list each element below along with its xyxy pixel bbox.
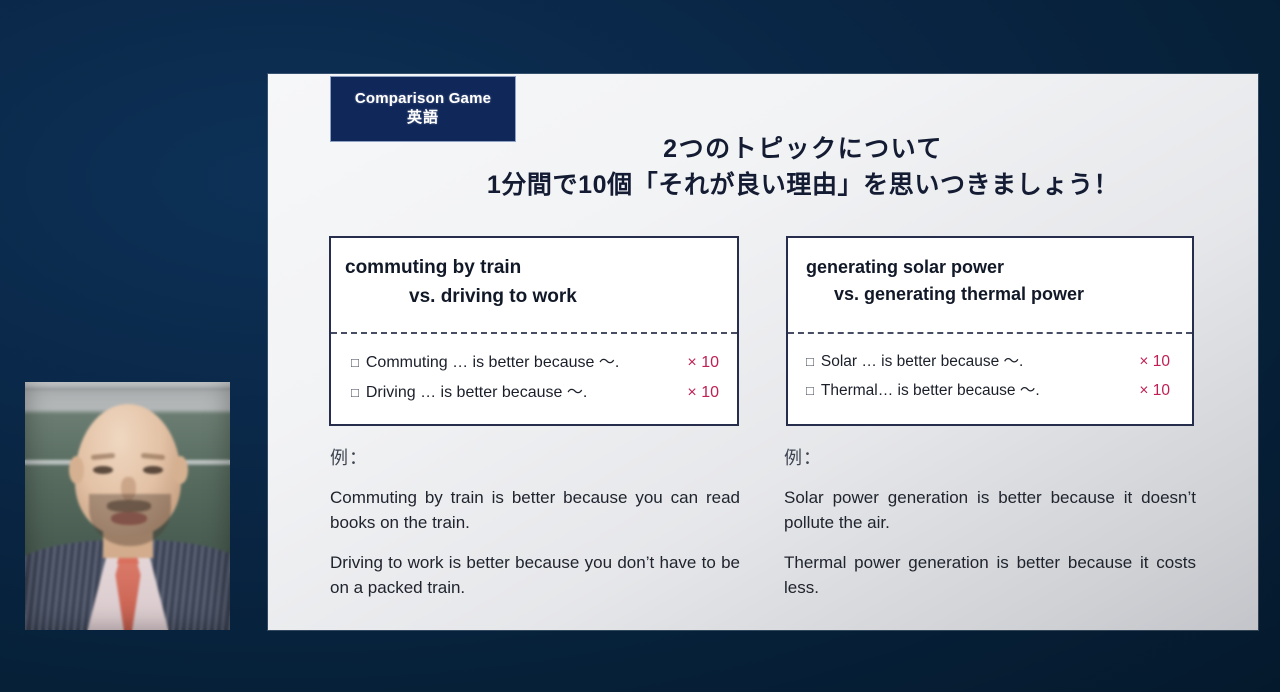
lesson-badge-title: Comparison Game <box>354 90 492 108</box>
checklist-multiplier: × 10 <box>1139 353 1170 370</box>
slide-heading: 2つのトピックについて 1分間で10個「それが良い理由」を思いつきましょう！ <box>368 132 1238 203</box>
example-label-right: 例： <box>784 448 822 468</box>
checklist-row[interactable]: □ Driving … is better because 〜. × 10 <box>351 378 725 408</box>
checkbox-icon[interactable]: □ <box>351 381 359 405</box>
checklist-label: Commuting … is better because 〜. <box>365 354 620 371</box>
comparison-topic-left: commuting by train vs. driving to work <box>331 238 737 311</box>
slide-heading-line2: 1分間で10個「それが良い理由」を思いつきましょう！ <box>486 170 1120 199</box>
presenter-video-inset <box>25 382 230 630</box>
comparison-box-right: generating solar power vs. generating th… <box>786 236 1194 426</box>
presenter-eye-right <box>143 466 163 474</box>
checklist-multiplier: × 10 <box>687 383 719 401</box>
comparison-items-right: □ Solar … is better because 〜. × 10 □ Th… <box>788 342 1192 405</box>
presenter-ear-right <box>173 456 188 484</box>
divider-right <box>788 332 1192 334</box>
checklist-label: Solar … is better because 〜. <box>820 353 1024 370</box>
checklist-row[interactable]: □ Commuting … is better because 〜. × 10 <box>351 348 725 378</box>
topic-a-right: generating solar power <box>806 257 1005 277</box>
comparison-topic-right: generating solar power vs. generating th… <box>788 238 1192 308</box>
checkbox-icon[interactable]: □ <box>351 351 359 375</box>
presenter-ear-left <box>69 456 84 484</box>
topic-b-right: vs. generating thermal power <box>834 284 1085 304</box>
example-column-right: 例： Solar power generation is better beca… <box>784 444 1196 617</box>
checklist-multiplier: × 10 <box>687 354 719 371</box>
topic-a-left: commuting by train <box>345 257 522 278</box>
lesson-badge-subject: 英語 <box>406 109 439 126</box>
presenter-mouth <box>111 512 147 525</box>
checklist-row[interactable]: □ Thermal… is better because 〜. × 10 <box>806 377 1176 406</box>
example-sentence: Solar power generation is better because… <box>784 488 1196 532</box>
topic-b-left: vs. driving to work <box>409 285 577 307</box>
divider-left <box>331 332 737 334</box>
presenter-eye-left <box>93 466 113 474</box>
comparison-items-left: □ Commuting … is better because 〜. × 10 … <box>331 342 737 407</box>
presentation-slide: Comparison Game 英語 2つのトピックについて 1分間で10個「そ… <box>268 74 1258 630</box>
example-sentence: Thermal power generation is better becau… <box>784 553 1196 597</box>
checklist-row[interactable]: □ Solar … is better because 〜. × 10 <box>806 348 1176 377</box>
comparison-box-left: commuting by train vs. driving to work □… <box>329 236 739 426</box>
checklist-label: Driving … is better because 〜. <box>365 383 588 401</box>
video-player-stage: Comparison Game 英語 2つのトピックについて 1分間で10個「そ… <box>0 0 1280 692</box>
presenter-mustache <box>107 500 151 512</box>
checklist-label: Thermal… is better because 〜. <box>820 381 1040 399</box>
checkbox-icon[interactable]: □ <box>806 350 814 374</box>
example-sentence: Commuting by train is better because you… <box>330 488 740 532</box>
example-column-left: 例： Commuting by train is better because … <box>330 444 740 617</box>
slide-heading-line1: 2つのトピックについて <box>663 135 943 163</box>
chalkboard-top-rail <box>25 382 230 390</box>
example-label-left: 例： <box>330 448 368 468</box>
example-sentence: Driving to work is better because you do… <box>330 553 740 597</box>
checklist-multiplier: × 10 <box>1139 381 1170 399</box>
checkbox-icon[interactable]: □ <box>806 379 814 403</box>
